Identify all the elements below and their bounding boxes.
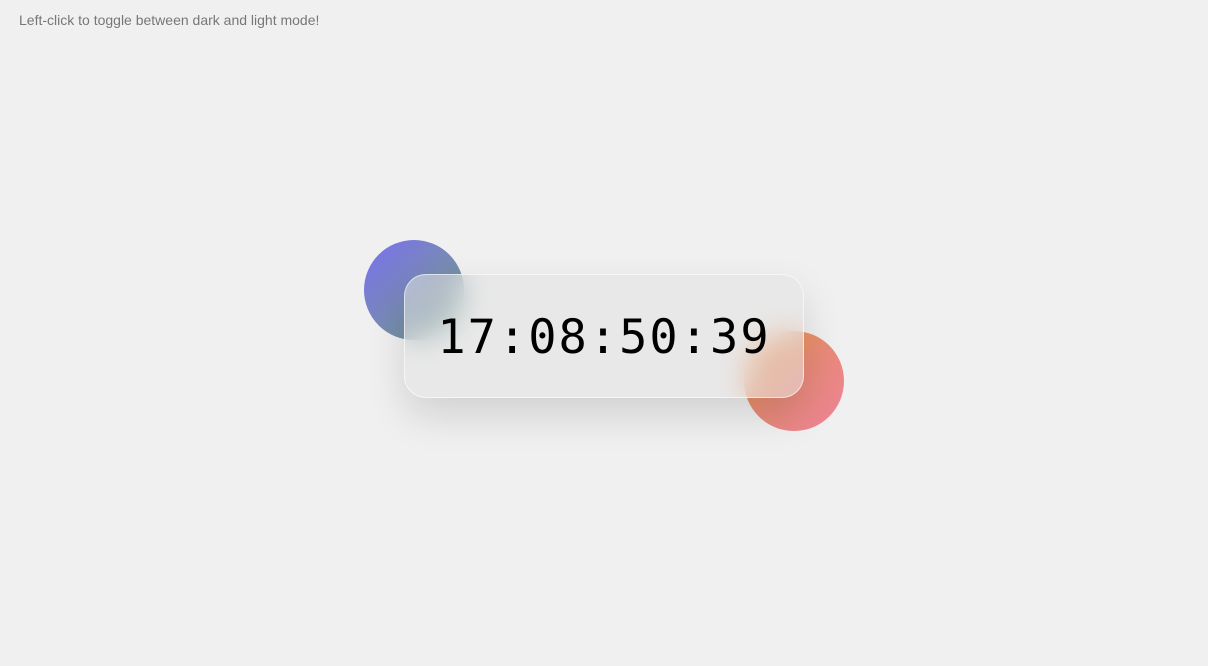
- clock-card: 17:08:50:39: [404, 274, 804, 398]
- clock-time: 17:08:50:39: [437, 309, 771, 365]
- mode-toggle-hint: Left-click to toggle between dark and li…: [19, 12, 320, 28]
